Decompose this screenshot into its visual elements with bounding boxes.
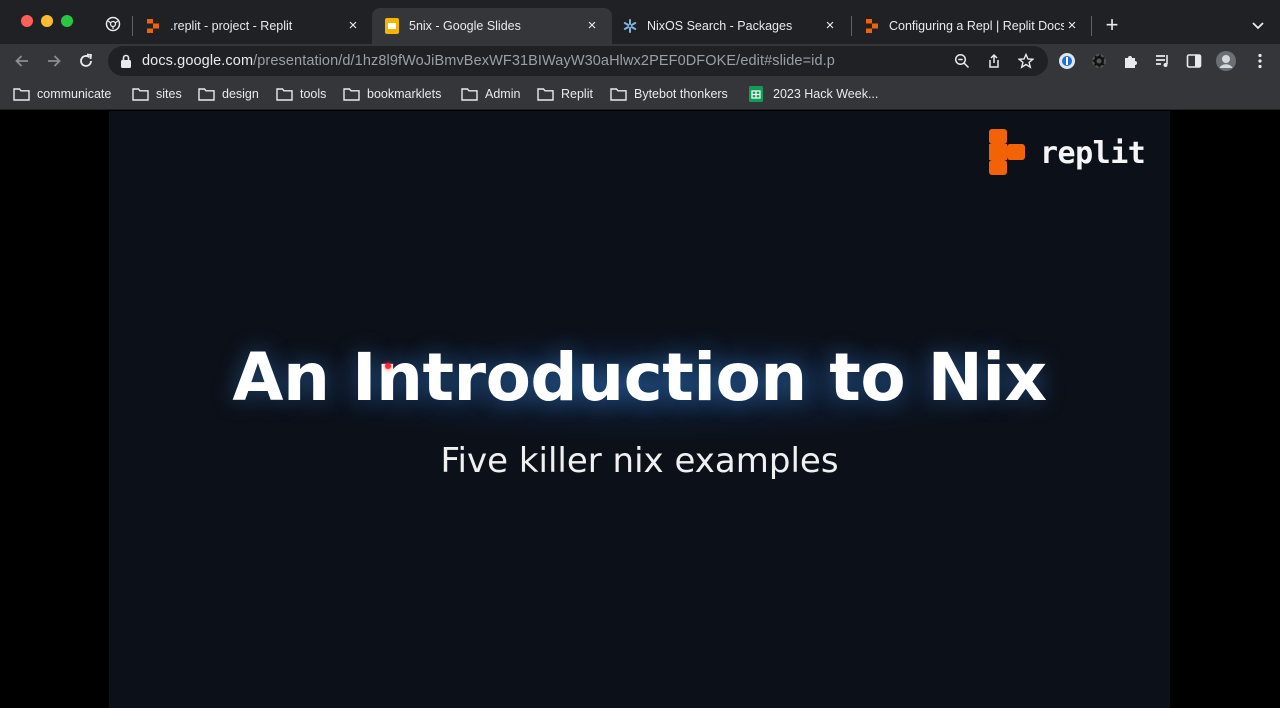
folder-icon	[610, 87, 628, 102]
laser-pointer	[385, 363, 391, 369]
chevron-down-icon	[1252, 22, 1264, 30]
tab-search-button[interactable]	[1248, 15, 1268, 35]
bookmark-label: Admin	[485, 87, 521, 101]
media-controls-icon[interactable]	[1151, 49, 1175, 73]
bookmark-label: Bytebot thonkers	[634, 87, 728, 101]
back-button[interactable]	[10, 49, 34, 73]
bookmark-label: bookmarklets	[367, 87, 442, 101]
bookmark-star-icon[interactable]	[1016, 51, 1036, 71]
slide[interactable]: replit An Introduction to Nix Five kille…	[109, 111, 1170, 708]
tab-replit-project[interactable]: .replit - project - Replit ×	[133, 8, 373, 44]
pinned-tab[interactable]	[96, 8, 130, 40]
tab-title: .replit - project - Replit	[170, 19, 293, 33]
tab-replit-docs[interactable]: Configuring a Repl | Replit Docs ×	[852, 8, 1092, 44]
zoom-icon[interactable]	[952, 51, 972, 71]
presentation-viewport: replit An Introduction to Nix Five kille…	[0, 111, 1280, 708]
bookmark-tools[interactable]: tools	[276, 84, 326, 104]
nixos-favicon	[622, 18, 638, 34]
folder-icon	[343, 87, 361, 102]
tab-title: Configuring a Repl | Replit Docs	[889, 19, 1064, 33]
bookmark-2023-hack-week[interactable]: 2023 Hack Week...	[749, 84, 878, 104]
replit-logo: replit	[989, 129, 1149, 175]
folder-icon	[461, 87, 479, 102]
side-panel-icon[interactable]	[1182, 49, 1206, 73]
bookmark-label: communicate	[37, 87, 112, 101]
tab-title: 5nix - Google Slides	[409, 19, 521, 33]
url-text: docs.google.com/presentation/d/1hz8l9fWo…	[142, 53, 835, 69]
profile-avatar[interactable]	[1214, 49, 1238, 73]
maximize-window-button[interactable]	[61, 15, 73, 27]
share-icon[interactable]	[984, 51, 1004, 71]
extension-gear-icon[interactable]	[1087, 49, 1111, 73]
bookmark-label: design	[222, 87, 259, 101]
arrow-left-icon	[15, 55, 28, 67]
bookmarks-bar: communicate sites design tools bookmarkl…	[0, 78, 1280, 110]
extensions-puzzle-icon[interactable]	[1119, 49, 1143, 73]
bookmark-label: sites	[156, 87, 182, 101]
folder-icon	[132, 87, 150, 102]
tab-google-slides[interactable]: 5nix - Google Slides ×	[372, 8, 612, 44]
tab-title: NixOS Search - Packages	[647, 19, 793, 33]
bookmark-label: tools	[300, 87, 327, 101]
close-tab-icon[interactable]: ×	[822, 18, 838, 34]
lock-icon	[121, 54, 131, 68]
extension-1password-icon[interactable]	[1055, 49, 1079, 73]
replit-favicon	[145, 18, 161, 34]
replit-logo-icon	[989, 129, 1025, 175]
new-tab-button[interactable]: +	[1101, 14, 1123, 36]
tab-separator	[1091, 16, 1092, 36]
close-tab-icon[interactable]: ×	[345, 18, 361, 34]
replit-logo-text: replit	[1040, 136, 1146, 171]
url-host: docs.google.com	[142, 53, 254, 69]
folder-icon	[537, 87, 555, 102]
bookmark-design[interactable]: design	[198, 84, 259, 104]
google-slides-favicon	[384, 18, 400, 34]
replit-favicon	[864, 18, 880, 34]
bookmark-admin[interactable]: Admin	[461, 84, 520, 104]
arrow-right-icon	[48, 55, 61, 67]
bookmark-sites[interactable]: sites	[132, 84, 182, 104]
browser-toolbar: docs.google.com/presentation/d/1hz8l9fWo…	[0, 44, 1280, 78]
google-sheets-icon	[749, 86, 767, 102]
address-bar[interactable]: docs.google.com/presentation/d/1hz8l9fWo…	[108, 46, 1048, 76]
url-path: /presentation/d/1hz8l9fWoJiBmvBexWF31BIW…	[253, 53, 835, 69]
close-window-button[interactable]	[21, 15, 33, 27]
bookmark-replit[interactable]: Replit	[537, 84, 593, 104]
tab-strip: .replit - project - Replit × 5nix - Goog…	[0, 0, 1280, 44]
forward-button[interactable]	[42, 49, 66, 73]
tab-nixos-search[interactable]: NixOS Search - Packages ×	[610, 8, 850, 44]
slide-title: An Introduction to Nix	[232, 339, 1047, 416]
slide-subtitle: Five killer nix examples	[440, 441, 839, 481]
reload-button[interactable]	[74, 49, 98, 73]
folder-icon	[198, 87, 216, 102]
close-tab-icon[interactable]: ×	[584, 18, 600, 34]
bookmark-label: 2023 Hack Week...	[773, 87, 879, 101]
folder-icon	[13, 87, 31, 102]
pinned-site-icon	[105, 16, 121, 32]
minimize-window-button[interactable]	[41, 15, 53, 27]
bookmark-label: Replit	[561, 87, 593, 101]
more-menu-icon[interactable]	[1248, 49, 1272, 73]
bookmark-bytebot-thonkers[interactable]: Bytebot thonkers	[610, 84, 728, 104]
close-tab-icon[interactable]: ×	[1064, 18, 1080, 34]
bookmark-communicate[interactable]: communicate	[13, 84, 111, 104]
folder-icon	[276, 87, 294, 102]
reload-icon	[80, 53, 93, 67]
bookmark-bookmarklets[interactable]: bookmarklets	[343, 84, 441, 104]
